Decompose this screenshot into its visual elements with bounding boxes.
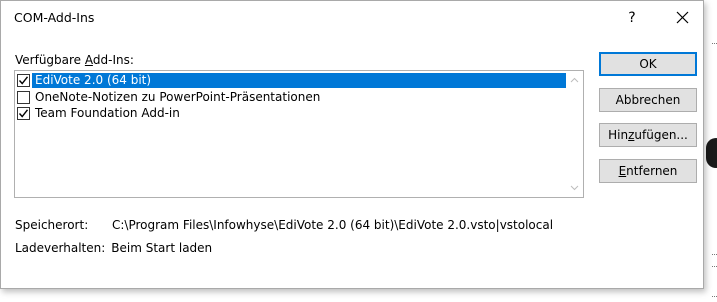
title-bar[interactable]: COM-Add-Ins ? — [1, 1, 703, 35]
help-button[interactable]: ? — [617, 3, 647, 33]
background-dash — [712, 296, 717, 298]
available-addins-label: Verfügbare Add-Ins: — [15, 53, 134, 67]
scroll-up-icon[interactable] — [570, 76, 579, 85]
remove-button[interactable]: Entfernen — [599, 159, 697, 183]
checkbox-team-foundation[interactable] — [17, 106, 30, 120]
list-item-label: Team Foundation Add-in — [35, 105, 180, 120]
close-button[interactable] — [667, 3, 697, 33]
cancel-button[interactable]: Abbrechen — [599, 88, 697, 112]
add-button[interactable]: Hinzufügen... — [599, 123, 697, 147]
list-item-onenote[interactable]: OneNote-Notizen zu PowerPoint-Präsentati… — [17, 89, 323, 105]
dialog-title: COM-Add-Ins — [14, 10, 95, 25]
location-value: C:\Program Files\Infowhyse\EdiVote 2.0 (… — [112, 218, 554, 232]
background-shape — [706, 138, 717, 168]
load-behavior-label: Ladeverhalten: — [15, 241, 106, 255]
list-item-label: EdiVote 2.0 (64 bit) — [32, 72, 155, 88]
vertical-scrollbar[interactable] — [566, 71, 583, 197]
background-dash — [712, 254, 717, 256]
background-dash — [712, 266, 717, 268]
list-item-edivote[interactable]: EdiVote 2.0 (64 bit) — [17, 72, 567, 88]
list-item-team-foundation[interactable]: Team Foundation Add-in — [17, 105, 183, 121]
close-icon — [676, 11, 688, 24]
com-addins-dialog: COM-Add-Ins ? Verfügbare Add-Ins: EdiVot… — [0, 0, 704, 289]
load-behavior-row: Ladeverhalten: Beim Start laden — [15, 241, 212, 255]
screen: COM-Add-Ins ? Verfügbare Add-Ins: EdiVot… — [0, 0, 717, 302]
location-row: Speicherort: C:\Program Files\Infowhyse\E… — [15, 218, 553, 232]
load-behavior-value: Beim Start laden — [111, 241, 213, 255]
checkmark-icon — [18, 108, 29, 118]
scroll-down-icon[interactable] — [570, 183, 579, 192]
ok-button[interactable]: OK — [599, 52, 697, 76]
addins-list[interactable]: EdiVote 2.0 (64 bit) OneNote-Notizen zu … — [14, 70, 584, 198]
background-dash — [712, 43, 717, 45]
list-item-label: OneNote-Notizen zu PowerPoint-Präsentati… — [35, 89, 321, 104]
checkbox-edivote[interactable] — [17, 73, 30, 87]
checkmark-icon — [18, 75, 29, 85]
selection-highlight — [154, 72, 567, 88]
checkbox-onenote[interactable] — [17, 90, 30, 104]
location-label: Speicherort: — [15, 218, 89, 232]
